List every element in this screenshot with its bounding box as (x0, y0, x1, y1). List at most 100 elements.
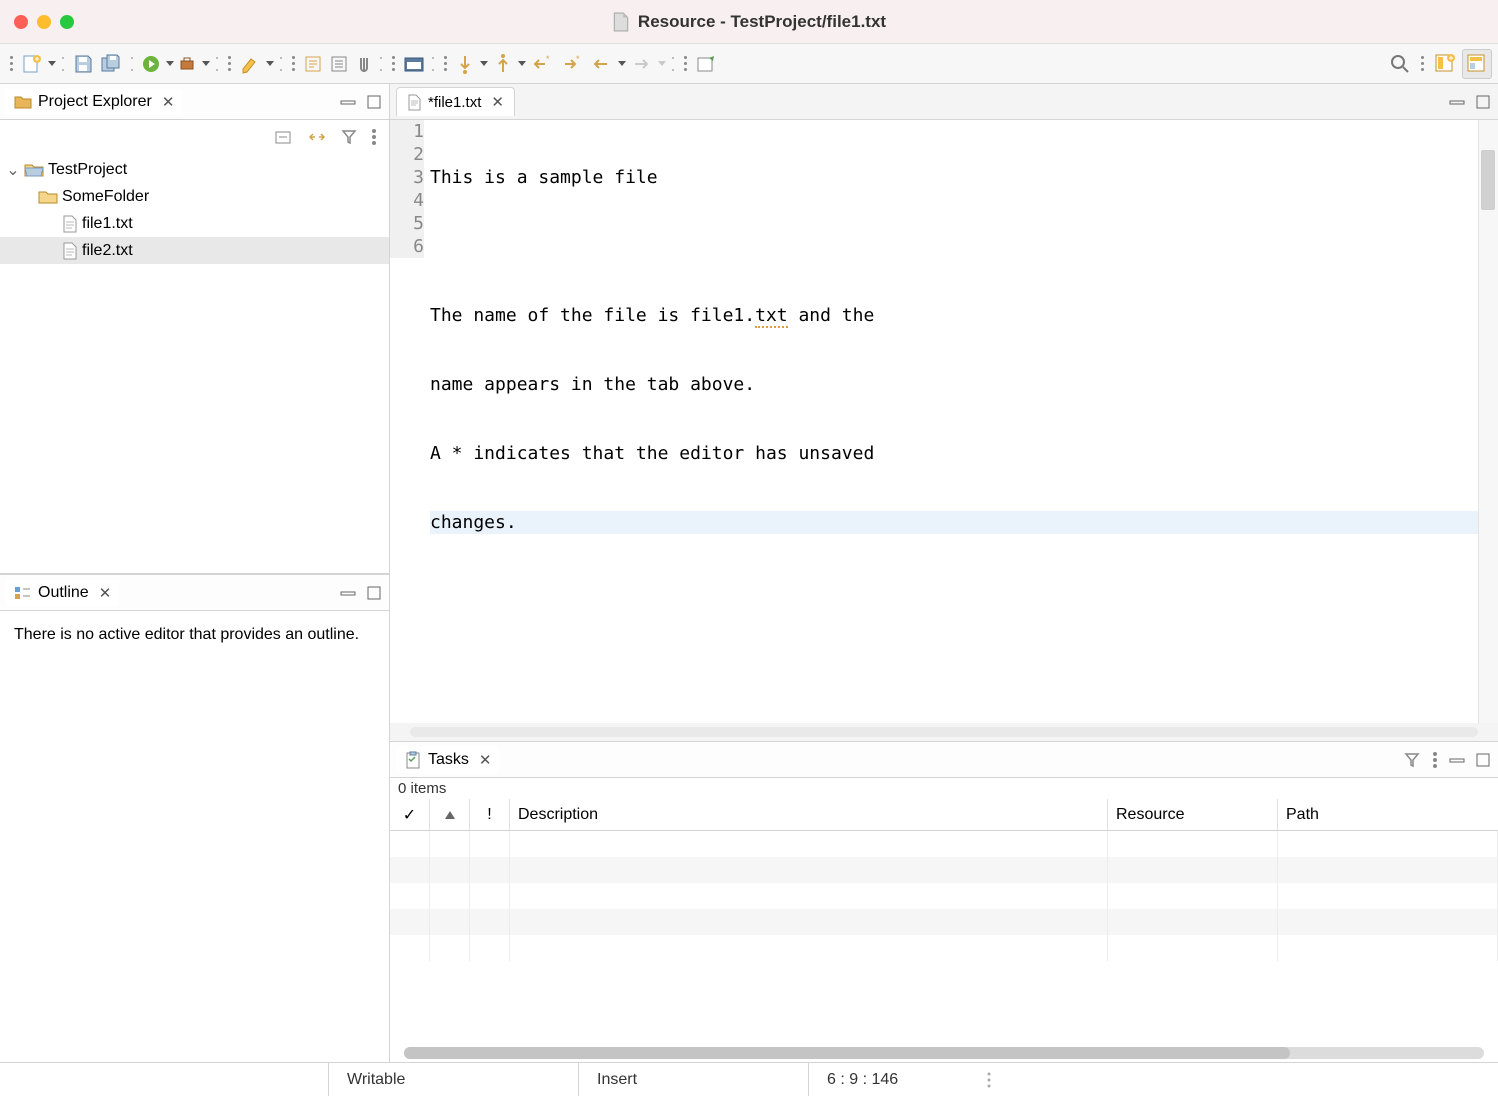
prev-annotation-dropdown[interactable] (517, 61, 527, 66)
link-editor-button[interactable] (305, 127, 329, 147)
editor-tab-file1[interactable]: *file1.txt ✕ (396, 87, 515, 116)
highlight-button[interactable] (237, 51, 263, 77)
chevron-down-icon[interactable]: ⌄ (6, 160, 20, 180)
editor-tab-label: *file1.txt (428, 94, 481, 111)
project-tree: ⌄ TestProject SomeFolder file1.txt (0, 154, 389, 573)
status-insert: Insert (578, 1063, 808, 1096)
left-column: Project Explorer ✕ ⌄ TestProject (0, 84, 390, 1062)
window-controls (14, 15, 74, 29)
last-edit-button[interactable]: * (529, 53, 557, 75)
main-toolbar: * * (0, 44, 1498, 84)
resource-perspective-button[interactable] (1462, 49, 1492, 79)
maximize-icon[interactable] (365, 95, 383, 109)
tasks-col-priority-up[interactable] (430, 799, 470, 830)
line-number: 3 (390, 166, 424, 189)
tasks-col-priority[interactable]: ! (470, 799, 510, 830)
code-line: name appears in the tab above. (430, 373, 1478, 396)
editor-body[interactable]: 1 2 3 4 5 6 This is a sample file The na… (390, 120, 1498, 723)
tree-folder-row[interactable]: SomeFolder (0, 183, 389, 210)
code-line: changes. (430, 511, 1478, 534)
close-window-button[interactable] (14, 15, 28, 29)
tasks-col-path[interactable]: Path (1278, 799, 1498, 830)
folder-icon (38, 189, 58, 205)
back-dropdown[interactable] (617, 61, 627, 66)
run-ext-button[interactable] (177, 53, 199, 75)
status-position: 6 : 9 : 146 (808, 1063, 968, 1096)
editor-text-area[interactable]: This is a sample file The name of the fi… (430, 120, 1478, 723)
folder-nav-icon (14, 94, 32, 110)
overview-ruler[interactable] (1478, 120, 1498, 723)
tasks-icon (404, 751, 422, 769)
maximize-window-button[interactable] (60, 15, 74, 29)
tasks-filter-button[interactable] (1402, 750, 1422, 770)
forward-edit-button[interactable]: * (559, 53, 587, 75)
search-button[interactable] (1387, 51, 1413, 77)
tree-project-label: TestProject (48, 161, 127, 179)
next-annotation-dropdown[interactable] (479, 61, 489, 66)
tasks-menu-button[interactable] (1430, 749, 1440, 771)
forward-button[interactable] (629, 54, 655, 74)
tasks-label: Tasks (428, 751, 469, 769)
tasks-col-description[interactable]: Description (510, 799, 1108, 830)
new-button[interactable] (19, 51, 45, 77)
tasks-tab[interactable]: Tasks ✕ (396, 747, 499, 773)
line-number: 5 (390, 212, 424, 235)
minimize-icon[interactable] (339, 586, 357, 600)
run-ext-dropdown[interactable] (201, 61, 211, 66)
run-dropdown[interactable] (165, 61, 175, 66)
toggle-whitespace-button[interactable] (301, 52, 325, 76)
status-writable: Writable (328, 1063, 578, 1096)
view-menu-button[interactable] (369, 126, 379, 148)
tasks-col-resource[interactable]: Resource (1108, 799, 1278, 830)
filter-button[interactable] (339, 127, 359, 147)
minimize-window-button[interactable] (37, 15, 51, 29)
maximize-icon[interactable] (1474, 753, 1492, 767)
project-explorer-close-icon[interactable]: ✕ (162, 93, 175, 111)
new-dropdown[interactable] (47, 61, 57, 66)
save-button[interactable] (70, 51, 96, 77)
outline-tab[interactable]: Outline ✕ (6, 580, 119, 606)
prev-annotation-button[interactable] (491, 51, 515, 77)
tree-file2-label: file2.txt (82, 242, 133, 260)
tree-project-row[interactable]: ⌄ TestProject (0, 156, 389, 183)
forward-dropdown[interactable] (657, 61, 667, 66)
editor-horizontal-scrollbar[interactable] (390, 723, 1498, 741)
window-title: Resource - TestProject/file1.txt (74, 12, 1424, 32)
status-bar: Writable Insert 6 : 9 : 146 (0, 1062, 1498, 1096)
back-button[interactable] (589, 54, 615, 74)
tree-file1-row[interactable]: file1.txt (0, 210, 389, 237)
maximize-icon[interactable] (1474, 95, 1492, 109)
tasks-horizontal-scrollbar[interactable] (390, 1044, 1498, 1062)
code-line: The name of the file is file1.txt and th… (430, 304, 1478, 327)
highlight-dropdown[interactable] (265, 61, 275, 66)
block-select-button[interactable] (327, 52, 351, 76)
show-whitespace-button[interactable] (353, 52, 375, 76)
open-perspective-button[interactable] (1432, 51, 1458, 77)
ruler-thumb[interactable] (1481, 150, 1495, 210)
minimize-icon[interactable] (339, 95, 357, 109)
editor-tab-close-icon[interactable]: ✕ (491, 93, 504, 111)
maximize-icon[interactable] (365, 586, 383, 600)
outline-close-icon[interactable]: ✕ (99, 584, 112, 602)
project-explorer-tab[interactable]: Project Explorer ✕ (6, 89, 182, 115)
project-explorer-header: Project Explorer ✕ (0, 84, 389, 120)
tree-file2-row[interactable]: file2.txt (0, 237, 389, 264)
tree-file1-label: file1.txt (82, 215, 133, 233)
collapse-all-button[interactable] (273, 127, 295, 147)
editor-panel: *file1.txt ✕ 1 2 3 4 5 6 This (390, 84, 1498, 742)
save-all-button[interactable] (98, 51, 126, 77)
tasks-close-icon[interactable]: ✕ (479, 751, 492, 769)
status-menu-button[interactable] (968, 1063, 1010, 1096)
toggle-breadcrumb-button[interactable] (401, 52, 427, 76)
minimize-icon[interactable] (1448, 753, 1466, 767)
minimize-icon[interactable] (1448, 95, 1466, 109)
outline-message: There is no active editor that provides … (0, 611, 389, 659)
tasks-col-complete[interactable]: ✓ (390, 799, 430, 830)
pin-editor-button[interactable] (693, 52, 719, 76)
run-button[interactable] (139, 52, 163, 76)
svg-text:*: * (546, 55, 550, 64)
right-column: *file1.txt ✕ 1 2 3 4 5 6 This (390, 84, 1498, 1062)
next-annotation-button[interactable] (453, 51, 477, 77)
table-row (390, 831, 1498, 857)
table-row (390, 935, 1498, 961)
